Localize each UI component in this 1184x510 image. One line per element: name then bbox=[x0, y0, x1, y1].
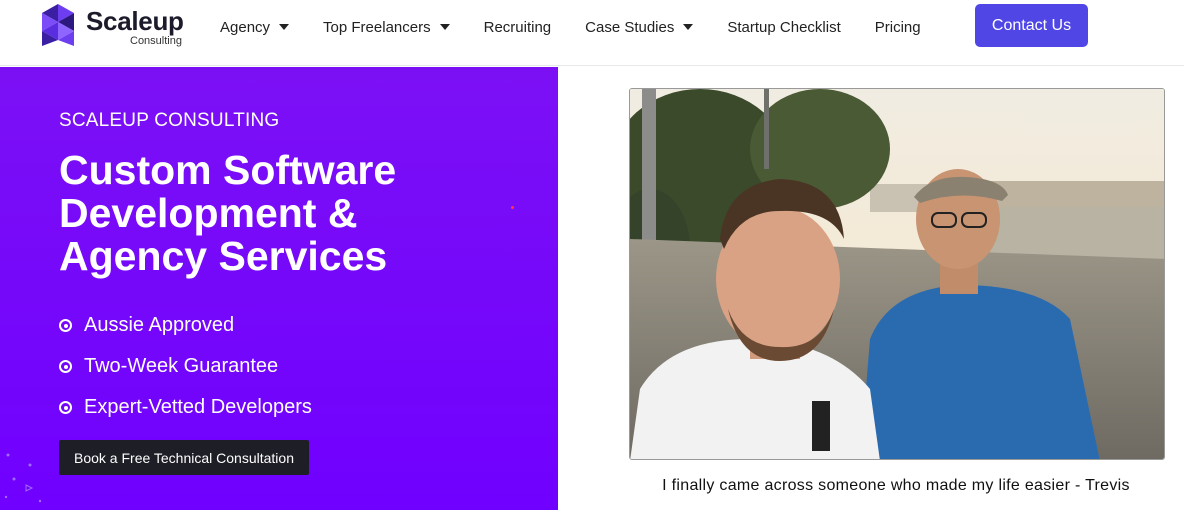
feature-list: Aussie Approved Two-Week Guarantee Exper… bbox=[59, 305, 312, 428]
feature-text: Aussie Approved bbox=[84, 314, 235, 336]
nav-label: Case Studies bbox=[585, 18, 675, 36]
nav-item-agency[interactable]: Agency bbox=[220, 18, 290, 36]
caret-down-icon bbox=[279, 24, 290, 30]
caret-down-icon bbox=[683, 24, 694, 30]
nav-item-case-studies[interactable]: Case Studies bbox=[585, 18, 694, 36]
decorative-dot bbox=[511, 206, 514, 209]
nav-label: Pricing bbox=[874, 18, 921, 36]
hero-section: SCALEUP CONSULTING Custom Software Devel… bbox=[0, 67, 558, 510]
decorative-pattern bbox=[4, 453, 42, 503]
site-header: Scaleup Consulting Agency Top Freelancer… bbox=[0, 0, 1184, 66]
feature-text: Two-Week Guarantee bbox=[84, 355, 279, 377]
logo-name: Scaleup bbox=[86, 6, 184, 36]
circle-dot-icon bbox=[59, 319, 72, 332]
testimonial-photo bbox=[629, 88, 1165, 460]
nav-item-pricing[interactable]: Pricing bbox=[875, 19, 921, 36]
nav-label: Top Freelancers bbox=[323, 18, 431, 36]
feature-item: Expert-Vetted Developers bbox=[59, 387, 312, 428]
circle-dot-icon bbox=[59, 360, 72, 373]
nav-item-startup-checklist[interactable]: Startup Checklist bbox=[727, 19, 840, 36]
nav-item-top-freelancers[interactable]: Top Freelancers bbox=[323, 19, 450, 36]
logo-subtitle: Consulting bbox=[130, 35, 182, 47]
hero-eyebrow: SCALEUP CONSULTING bbox=[59, 110, 280, 131]
feature-text: Expert-Vetted Developers bbox=[84, 396, 312, 418]
scaleup-logo-icon bbox=[42, 4, 74, 46]
nav-label: Recruiting bbox=[483, 18, 552, 36]
nav-item-recruiting[interactable]: Recruiting bbox=[484, 19, 552, 36]
headline-line: Custom Software bbox=[59, 147, 397, 193]
selfie-photo-illustration bbox=[630, 89, 1164, 459]
circle-dot-icon bbox=[59, 401, 72, 414]
feature-item: Aussie Approved bbox=[59, 305, 312, 346]
nav-label: Agency bbox=[220, 18, 271, 36]
headline-line: Development & bbox=[59, 190, 358, 236]
caret-down-icon bbox=[439, 24, 450, 30]
nav-label: Startup Checklist bbox=[727, 18, 841, 36]
hero-headline: Custom Software Development & Agency Ser… bbox=[59, 149, 529, 278]
headline-line: Agency Services bbox=[59, 233, 388, 279]
contact-us-button[interactable]: Contact Us bbox=[975, 4, 1088, 47]
testimonial-caption: I finally came across someone who made m… bbox=[662, 477, 1130, 494]
main-nav: Agency Top Freelancers Recruiting Case S… bbox=[220, 16, 955, 38]
scaleup-logo[interactable]: Scaleup Consulting bbox=[38, 2, 198, 48]
book-consultation-button[interactable]: Book a Free Technical Consultation bbox=[59, 440, 309, 475]
feature-item: Two-Week Guarantee bbox=[59, 346, 312, 387]
